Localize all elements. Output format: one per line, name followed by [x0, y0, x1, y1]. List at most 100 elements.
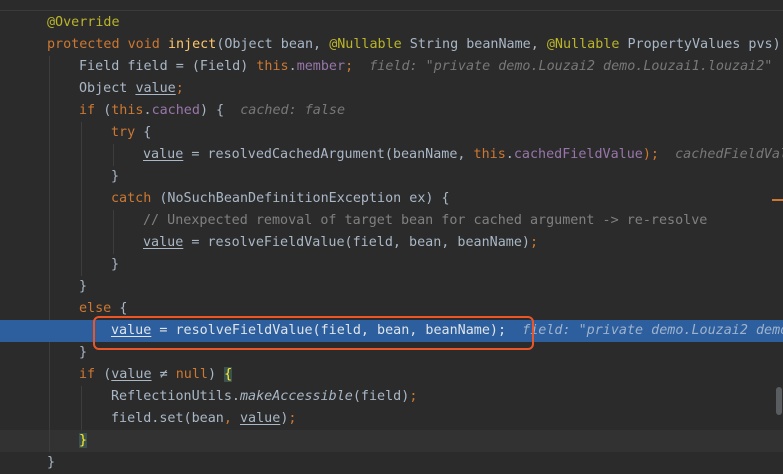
line-method-close[interactable]: } [0, 452, 783, 474]
line-field-set[interactable]: field.set(bean, value); [0, 408, 783, 430]
line-try[interactable]: try { [0, 122, 783, 144]
inline-debug-value: cached: false [224, 103, 346, 118]
line-if-cached[interactable]: if (this.cached) { cached: false [0, 100, 783, 122]
code-token: { [224, 367, 233, 382]
code-token: ; [529, 235, 539, 250]
indent-guide [81, 408, 82, 430]
indent-guide [81, 232, 82, 254]
code-token: cached [151, 103, 200, 118]
code-token: inject [167, 37, 217, 52]
code-token: } [111, 169, 120, 184]
indent-guide [81, 254, 82, 276]
line-object-value[interactable]: Object value; [0, 78, 783, 100]
code-token: value [143, 147, 184, 162]
code-text: } [111, 166, 119, 188]
code-token: ) { [199, 103, 225, 118]
indent-guide [113, 210, 114, 232]
indent-guide [49, 342, 50, 364]
code-token: { [143, 125, 152, 140]
code-token: catch [111, 191, 160, 206]
indent-guide [49, 210, 50, 232]
code-token: . [288, 59, 297, 74]
code-token: value [240, 411, 281, 426]
code-token: } [79, 279, 88, 294]
code-token: member [296, 59, 346, 74]
code-text: } [79, 276, 87, 298]
indent-guide [49, 298, 50, 320]
code-token: this [111, 103, 144, 118]
indent-guide [49, 254, 50, 276]
line-try-close[interactable]: } [0, 166, 783, 188]
line-catch[interactable]: catch (NoSuchBeanDefinitionException ex)… [0, 188, 783, 210]
indent-guide [49, 232, 50, 254]
indent-guide [49, 100, 50, 122]
code-text: try { [111, 122, 151, 144]
top-divider [0, 10, 783, 11]
code-text: // Unexpected removal of target bean for… [143, 210, 707, 232]
code-token: makeAccessible [240, 389, 353, 404]
line-field-assignment[interactable]: Field field = (Field) this.member; field… [0, 56, 783, 78]
scrollbar-thumb[interactable] [776, 387, 782, 415]
code-token: ; [288, 411, 297, 426]
code-token: } [111, 257, 120, 272]
line-catch-close[interactable]: } [0, 254, 783, 276]
line-make-accessible[interactable]: ReflectionUtils.makeAccessible(field); [0, 386, 783, 408]
code-text: value = resolveFieldValue(field, bean, b… [143, 232, 538, 254]
code-text: catch (NoSuchBeanDefinitionException ex)… [111, 188, 450, 210]
code-token: ); [642, 147, 659, 162]
code-token: , [223, 411, 240, 426]
line-method-signature[interactable]: protected void inject(Object bean, @Null… [0, 34, 783, 56]
gutter-change-marker [772, 199, 783, 201]
code-token: } [79, 345, 88, 360]
code-text: if (value ≠ null) { [79, 364, 233, 386]
line-override-annotation[interactable]: @Override [0, 12, 783, 34]
line-if-close[interactable]: } [0, 276, 783, 298]
line-if-value-not-null[interactable]: if (value ≠ null) { [0, 364, 783, 386]
code-token: ReflectionUtils. [111, 389, 240, 404]
code-token: Object [79, 81, 136, 96]
code-text: ReflectionUtils.makeAccessible(field); [111, 386, 417, 408]
code-token: . [143, 103, 152, 118]
line-comment[interactable]: // Unexpected removal of target bean for… [0, 210, 783, 232]
indent-guide [49, 78, 50, 100]
code-token: ) [208, 367, 225, 382]
inline-debug-value: field: "private demo.Louzai2 demo.Louzai… [353, 59, 773, 74]
code-token: value [135, 81, 176, 96]
code-text: field.set(bean, value); [111, 408, 296, 430]
code-token: value [111, 367, 152, 382]
line-resolve-in-catch[interactable]: value = resolveFieldValue(field, bean, b… [0, 232, 783, 254]
indent-guide [49, 364, 50, 386]
indent-guide [49, 56, 50, 78]
line-block-close-highlighted[interactable]: } [0, 430, 783, 452]
indent-guide [81, 166, 82, 188]
indent-guide [49, 276, 50, 298]
code-token: String beanName, [401, 37, 547, 52]
code-token: value [143, 235, 184, 250]
code-text: } [79, 430, 88, 452]
code-token: Field field = (Field) [79, 59, 257, 74]
code-text: Object value; [79, 78, 184, 100]
code-editor[interactable]: @Override protected void inject(Object be… [0, 0, 783, 473]
code-text: } [111, 254, 119, 276]
code-text: } [79, 342, 87, 364]
indent-guide [49, 144, 50, 166]
code-token: null [175, 367, 208, 382]
code-text: @Override [47, 12, 120, 34]
code-token: ; [175, 81, 184, 96]
line-resolved-cached[interactable]: value = resolvedCachedArgument(beanName,… [0, 144, 783, 166]
code-token: if [79, 367, 104, 382]
indent-guide [81, 386, 82, 408]
indent-guide [49, 122, 50, 144]
indent-guide [49, 386, 50, 408]
code-token: this [473, 147, 506, 162]
code-text: value = resolvedCachedArgument(beanName,… [143, 144, 783, 166]
code-token: this [256, 59, 289, 74]
code-text: } [47, 452, 55, 474]
code-token: (NoSuchBeanDefinitionException ex) { [159, 191, 450, 206]
code-token: if [79, 103, 104, 118]
code-token: PropertyValues pvs) { [619, 37, 783, 52]
code-token: { [119, 301, 128, 316]
code-token: protected void [47, 37, 168, 52]
code-token: = resolveFieldValue(field, bean, beanNam… [183, 235, 530, 250]
code-text: protected void inject(Object bean, @Null… [47, 34, 783, 56]
